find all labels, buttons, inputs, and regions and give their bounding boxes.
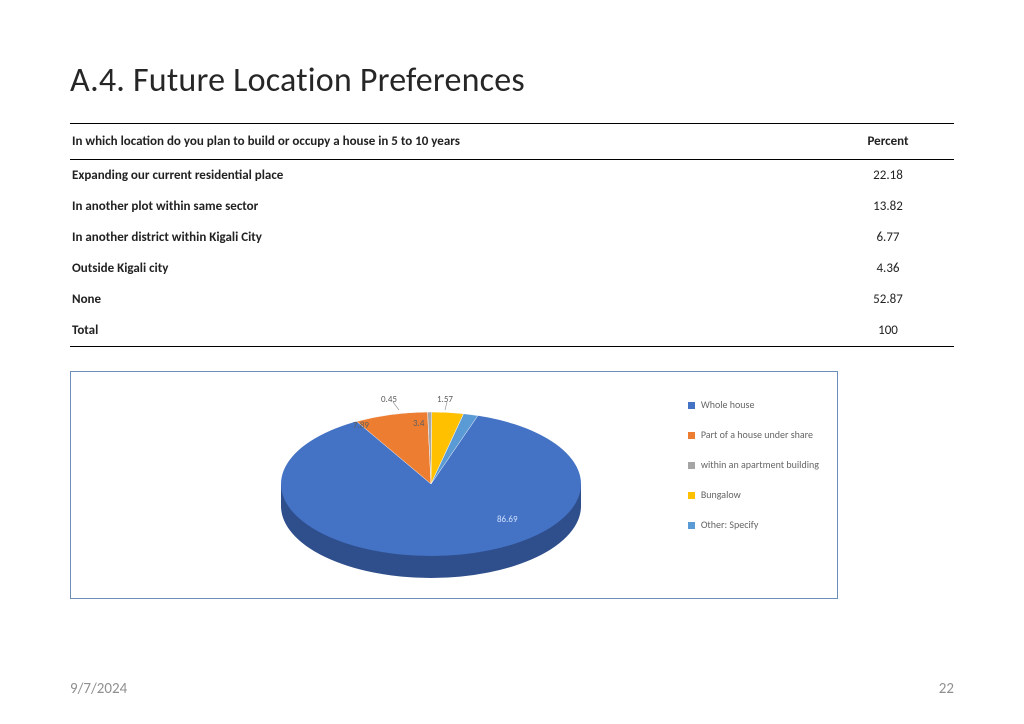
legend-item: Whole house [688,400,819,410]
table-row: Expanding our current residential place … [70,160,954,192]
row-pct: 100 [826,315,954,347]
chart-legend: Whole house Part of a house under share … [688,400,819,550]
legend-label: Bungalow [701,490,741,500]
table-row: Outside Kigali city 4.36 [70,253,954,284]
legend-swatch-icon [688,432,695,439]
pie-label-light: 1.57 [437,394,453,405]
legend-swatch-icon [688,522,695,529]
row-pct: 22.18 [826,160,954,192]
row-pct: 6.77 [826,222,954,253]
table-row: In another plot within same sector 13.82 [70,191,954,222]
legend-item: Other: Specify [688,520,819,530]
row-label: None [70,284,826,315]
table-row-total: Total 100 [70,315,954,347]
legend-label: Other: Specify [701,520,759,530]
table-row: In another district within Kigali City 6… [70,222,954,253]
table-header-question: In which location do you plan to build o… [70,124,826,160]
table-row: None 52.87 [70,284,954,315]
row-pct: 4.36 [826,253,954,284]
pie-label-grey: 0.45 [381,394,397,405]
legend-swatch-icon [688,402,695,409]
legend-swatch-icon [688,492,695,499]
legend-item: within an apartment building [688,460,819,470]
pie-chart: 0.45 1.57 7.89 3.4 86.69 [241,388,621,588]
row-label: In another plot within same sector [70,191,826,222]
footer-date: 9/7/2024 [70,680,127,698]
page-title: A.4. Future Location Preferences [70,60,954,101]
legend-item: Part of a house under share [688,430,819,440]
row-label: Expanding our current residential place [70,160,826,192]
row-pct: 52.87 [826,284,954,315]
legend-item: Bungalow [688,490,819,500]
pie-label-yellow: 3.4 [413,418,424,429]
table-header-percent: Percent [826,124,954,160]
pie-chart-container: 0.45 1.57 7.89 3.4 86.69 Whole house Par… [70,371,838,599]
row-label: Outside Kigali city [70,253,826,284]
footer-page-number: 22 [939,680,954,698]
legend-swatch-icon [688,462,695,469]
pie-label-orange: 7.89 [353,420,369,431]
legend-label: Whole house [701,400,755,410]
row-label: In another district within Kigali City [70,222,826,253]
location-table: In which location do you plan to build o… [70,123,954,347]
legend-label: Part of a house under share [701,430,813,440]
row-pct: 13.82 [826,191,954,222]
pie-label-main: 86.69 [497,514,518,525]
legend-label: within an apartment building [701,460,819,470]
row-label: Total [70,315,826,347]
